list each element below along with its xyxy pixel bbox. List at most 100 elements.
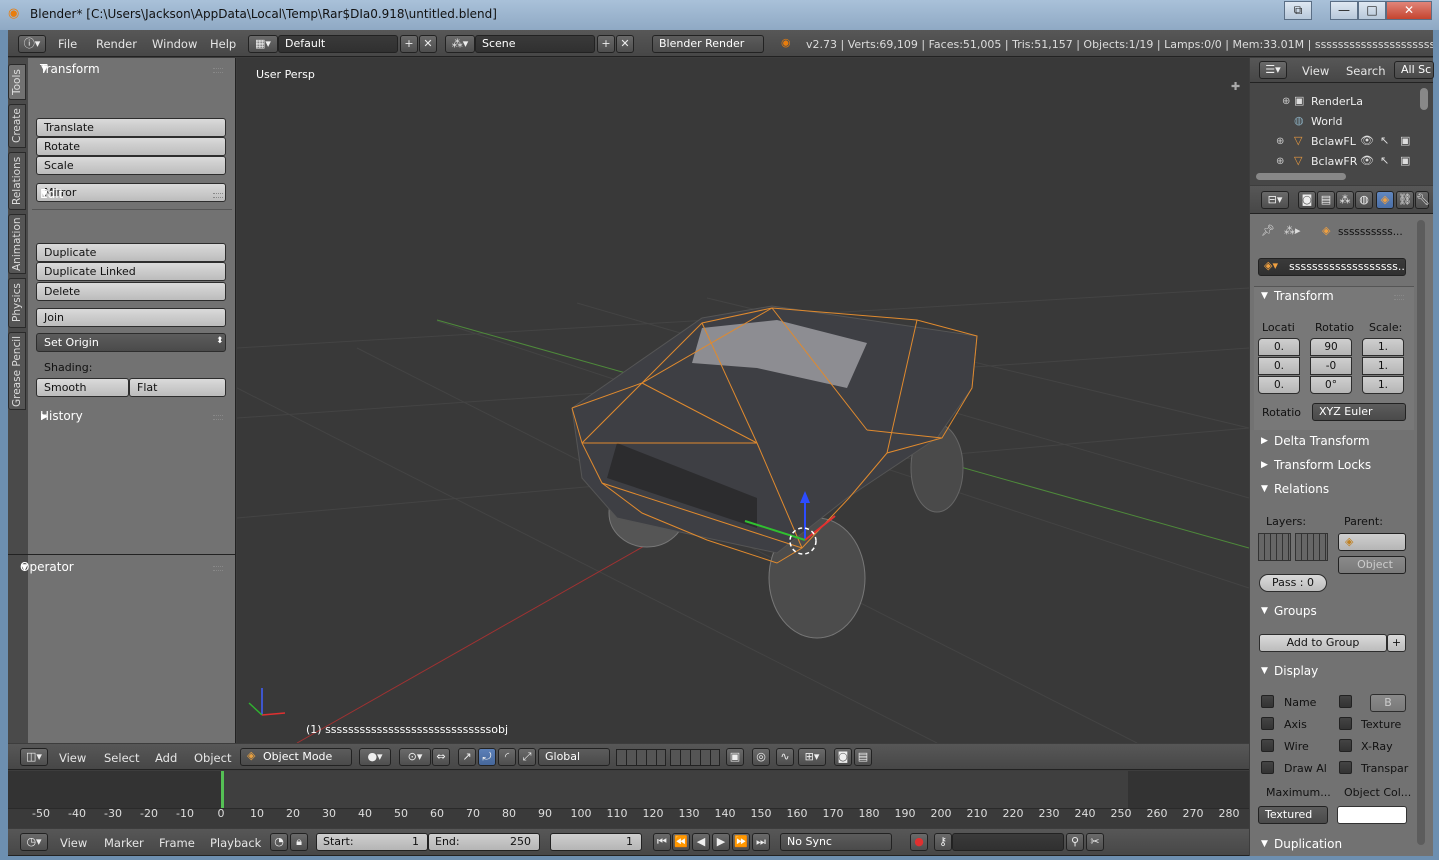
name-checkbox[interactable] <box>1261 695 1274 708</box>
scale-z-field[interactable]: 1. <box>1362 376 1404 394</box>
menu-add[interactable]: Add <box>155 751 177 765</box>
visibility-eye-icon-2[interactable]: 👁︎ <box>1360 154 1374 167</box>
prop-scene-tab-icon[interactable]: ⁂ <box>1336 191 1354 209</box>
maximum-draw-select[interactable]: Textured <box>1258 806 1328 824</box>
menu-playback[interactable]: Playback <box>210 836 261 850</box>
smooth-button[interactable]: Smooth <box>36 378 129 397</box>
render-still-icon[interactable]: ◙ <box>834 748 852 766</box>
pin-icon[interactable]: 📌︎ <box>1261 224 1275 237</box>
outliner-row-bclawfl[interactable]: BclawFL <box>1311 135 1356 148</box>
jump-start-icon[interactable]: ⏮ <box>653 833 671 851</box>
visibility-eye-icon[interactable]: 👁︎ <box>1360 134 1374 147</box>
rotation-z-field[interactable]: 0° <box>1310 376 1352 394</box>
pass-index-field[interactable]: Pass : 0 <box>1259 574 1327 592</box>
viewport-3d[interactable]: User Persp (1) sssssssssssssssssssssssss… <box>237 58 1249 743</box>
location-x-field[interactable]: 0. <box>1258 338 1300 356</box>
parent-type-select[interactable]: Object <box>1338 556 1406 574</box>
outliner-row-world[interactable]: World <box>1311 115 1343 128</box>
rotation-x-field[interactable]: 90 <box>1310 338 1352 356</box>
layer-buttons-b[interactable] <box>670 749 720 766</box>
scale-y-field[interactable]: 1. <box>1362 357 1404 375</box>
tab-grease-pencil[interactable]: Grease Pencil <box>8 332 26 410</box>
menu-view[interactable]: View <box>59 751 86 765</box>
duplicate-linked-button[interactable]: Duplicate Linked <box>36 262 226 281</box>
renderable-camera-icon-2[interactable]: ▣ <box>1400 154 1410 167</box>
transform-panel-grip[interactable] <box>213 68 223 73</box>
mirror-button[interactable]: Mirror <box>36 183 226 202</box>
tab-relations[interactable]: Relations <box>8 152 26 210</box>
render-engine-select[interactable]: Blender Render <box>652 35 764 53</box>
lock-range-icon[interactable]: 🔒︎ <box>290 833 308 851</box>
prop-constraints-tab-icon[interactable]: ⛓ <box>1396 191 1414 209</box>
parent-field[interactable]: ◈ <box>1338 533 1406 551</box>
jump-end-icon[interactable]: ⏭ <box>752 833 770 851</box>
wire-checkbox[interactable] <box>1261 739 1274 752</box>
display-title[interactable]: Display <box>1264 664 1416 678</box>
prop-modifiers-tab-icon[interactable]: 🔧︎ <box>1415 191 1430 209</box>
outliner-scrollbar[interactable] <box>1420 88 1428 110</box>
viewport-shading-icon[interactable]: ●▾ <box>359 748 391 766</box>
rotate-button[interactable]: Rotate <box>36 137 226 156</box>
maximize-button[interactable]: □ <box>1358 1 1386 20</box>
scale-manipulator-icon[interactable]: ◜ <box>498 748 516 766</box>
menu-frame[interactable]: Frame <box>159 836 195 850</box>
outliner-expand-bclawfr[interactable]: ⊕ <box>1276 156 1284 167</box>
outliner-row-bclawfr[interactable]: BclawFR <box>1311 155 1357 168</box>
flat-button[interactable]: Flat <box>129 378 226 397</box>
operator-panel-grip[interactable] <box>213 566 223 571</box>
editor-type-timeline-icon[interactable]: ◷▾ <box>20 833 48 851</box>
sync-mode-select[interactable]: No Sync <box>780 833 892 851</box>
layer-buttons-a[interactable] <box>616 749 666 766</box>
lock-layers-icon[interactable]: ▣ <box>726 748 744 766</box>
current-frame-marker[interactable] <box>221 771 224 808</box>
current-frame-field[interactable]: 1 <box>550 833 642 851</box>
add-to-group-button[interactable]: Add to Group <box>1259 634 1387 652</box>
add-group-plus-icon[interactable]: + <box>1387 634 1406 652</box>
rotate-manipulator-icon[interactable]: ⤾ <box>478 748 496 766</box>
tab-create[interactable]: Create <box>8 104 26 148</box>
menu-object[interactable]: Object <box>194 751 231 765</box>
jump-next-key-icon[interactable]: ⏩ <box>732 833 750 851</box>
renderable-camera-icon[interactable]: ▣ <box>1400 134 1410 147</box>
delete-keyframe-icon[interactable]: ✂ <box>1086 833 1104 851</box>
prop-scrollbar[interactable] <box>1417 220 1425 845</box>
snap-toggle-icon[interactable]: ∿ <box>776 748 794 766</box>
outliner-menu-view[interactable]: View <box>1302 64 1329 78</box>
outliner-filter-select[interactable]: All Sc <box>1394 61 1434 79</box>
menu-help[interactable]: Help <box>210 37 236 51</box>
start-frame-field[interactable]: Start: 1 <box>316 833 428 851</box>
add-scene-icon[interactable]: + <box>597 35 615 53</box>
render-anim-icon[interactable]: ▤ <box>854 748 872 766</box>
pivot-point-icon[interactable]: ⊙▾ <box>399 748 431 766</box>
snap-element-icon[interactable]: ⊞▾ <box>798 748 826 766</box>
object-color-swatch[interactable] <box>1337 806 1407 824</box>
set-origin-select[interactable]: Set Origin <box>36 333 226 352</box>
delta-transform-title[interactable]: Delta Transform <box>1264 434 1416 448</box>
add-layout-icon[interactable]: + <box>400 35 418 53</box>
prop-layers-tab-icon[interactable]: ▤ <box>1317 191 1335 209</box>
selectable-cursor-icon[interactable]: ↖ <box>1380 134 1389 147</box>
restore-button[interactable]: ⧉ <box>1284 1 1312 20</box>
editor-type-info-icon[interactable]: ⓘ▾ <box>18 35 46 53</box>
menu-timeline-view[interactable]: View <box>60 836 87 850</box>
play-reverse-icon[interactable]: ◀ <box>692 833 710 851</box>
keying-set-icon[interactable]: ⚷ <box>934 833 952 851</box>
object-name-field[interactable]: sssssssssssssssssss... <box>1258 258 1406 276</box>
preview-range-icon[interactable]: ◔ <box>270 833 288 851</box>
translate-button[interactable]: Translate <box>36 118 226 137</box>
close-button[interactable]: ✕ <box>1386 1 1432 20</box>
manipulator-extra-icon[interactable]: ⤢ <box>518 748 536 766</box>
xray-checkbox[interactable] <box>1339 739 1352 752</box>
record-icon[interactable]: ● <box>910 833 928 851</box>
editor-type-properties-icon[interactable]: ⊟▾ <box>1261 191 1289 209</box>
screen-layout-icon[interactable]: ▦▾ <box>248 35 278 53</box>
duplication-title[interactable]: Duplication <box>1264 837 1416 851</box>
outliner-expand-bclawfl[interactable]: ⊕ <box>1276 136 1284 147</box>
viewport-expand-icon[interactable]: ✚ <box>1231 80 1240 93</box>
tab-physics[interactable]: Physics <box>8 278 26 328</box>
outliner-row-renderlayers[interactable]: RenderLa <box>1311 95 1363 108</box>
transparency-checkbox[interactable] <box>1339 761 1352 774</box>
menu-select[interactable]: Select <box>104 751 139 765</box>
menu-window[interactable]: Window <box>152 37 197 51</box>
texture-checkbox[interactable] <box>1339 717 1352 730</box>
